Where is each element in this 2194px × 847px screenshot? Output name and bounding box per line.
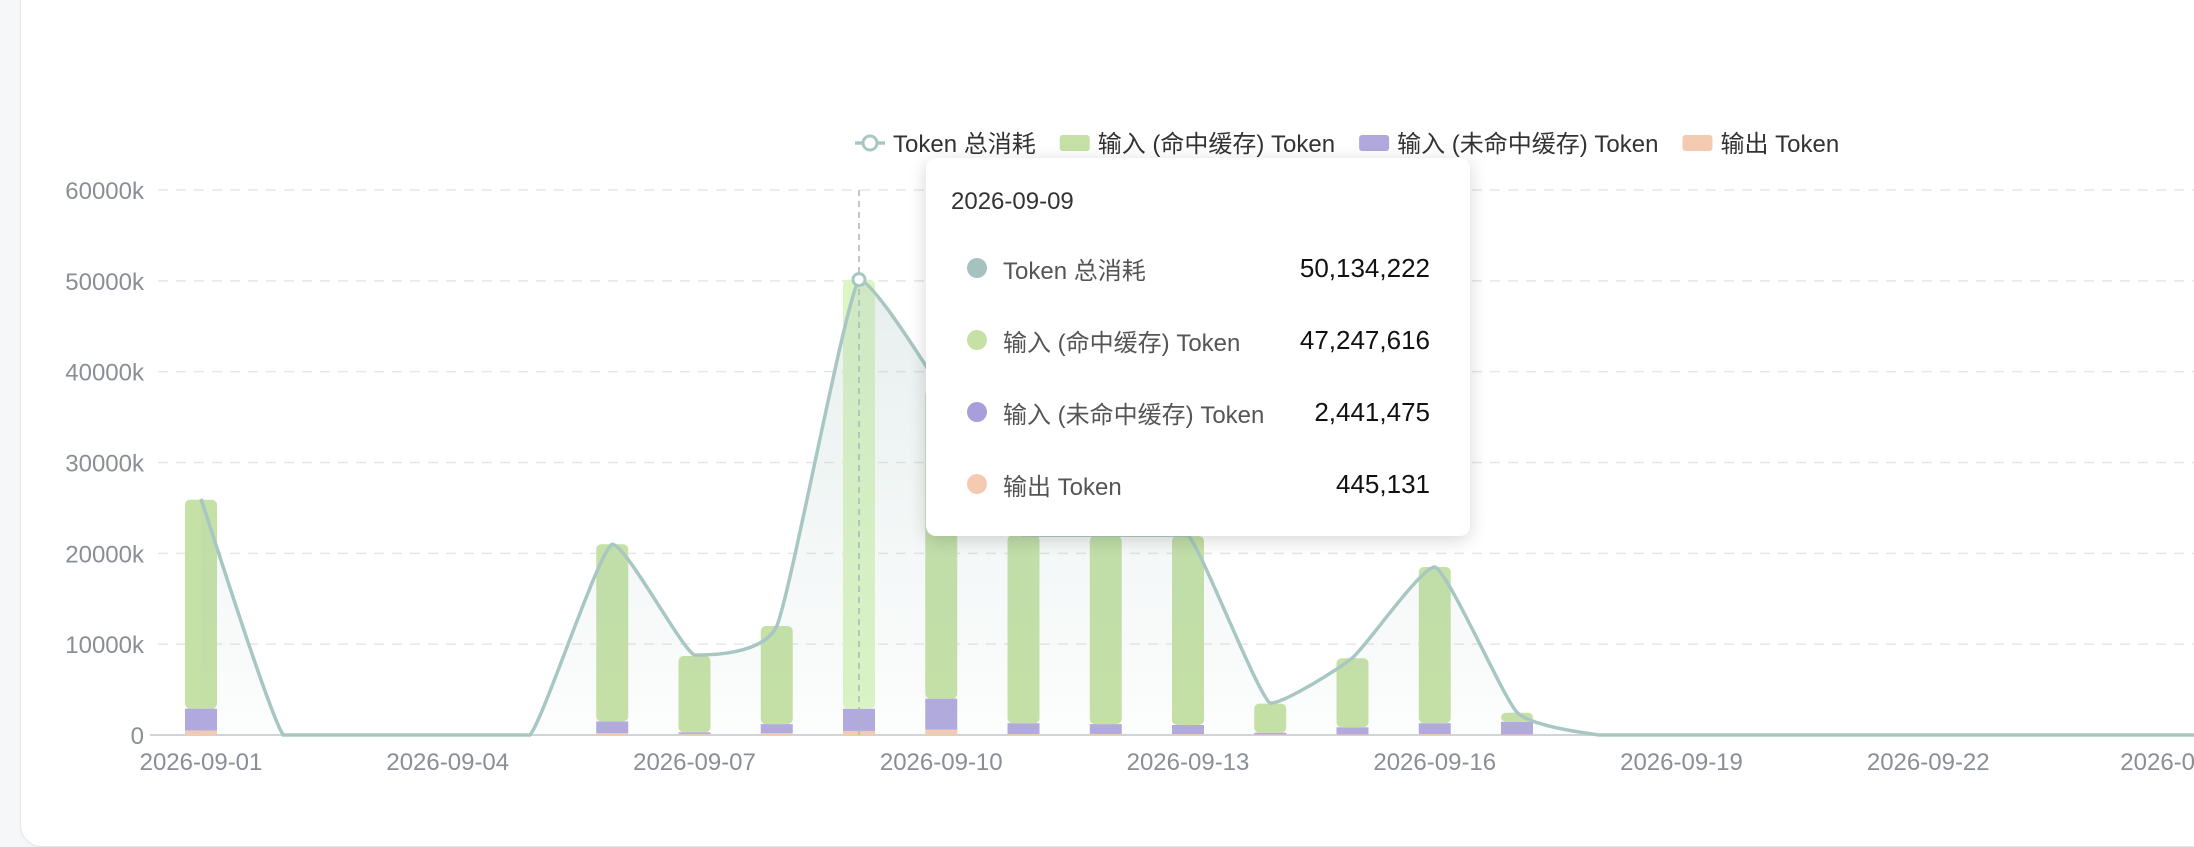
x-tick-label: 2026-09-10	[880, 749, 1003, 776]
x-tick-label: 2026-09-22	[1867, 749, 1990, 776]
tooltip-series-label: 输入 (未命中缓存) Token	[1003, 401, 1265, 429]
legend-swatch-icon	[1682, 135, 1713, 151]
legend-swatch-icon	[1059, 135, 1090, 151]
legend-swatch-icon	[1359, 135, 1390, 151]
legend-label: 输出 Token	[1720, 131, 1839, 158]
x-tick-label: 2026-09-04	[386, 749, 509, 776]
tooltip-series-value: 2,441,475	[1314, 396, 1430, 427]
tooltip-series-value: 47,247,616	[1299, 324, 1430, 355]
x-tick-label: 2026-09-13	[1127, 749, 1250, 776]
y-tick-label: 10000k	[65, 632, 145, 659]
y-tick-label: 40000k	[65, 360, 145, 387]
chart-tooltip: 2026-09-09 Token 总消耗 50,134,222 输入 (命中缓存) …	[926, 158, 1470, 536]
legend-marker-icon	[861, 134, 879, 152]
tooltip-row: 输入 (命中缓存) Token 47,247,616	[951, 304, 1430, 376]
tooltip-series-label: 输出 Token	[1003, 473, 1122, 501]
tooltip-series-label: Token 总消耗	[1003, 257, 1146, 285]
y-tick-label: 50000k	[65, 269, 145, 296]
y-tick-label: 20000k	[65, 541, 145, 568]
chart-legend: Token 总消耗 输入 (命中缓存) Token 输入 (未命中缓存) Token…	[855, 131, 1839, 158]
series-dot-icon	[967, 330, 987, 350]
x-tick-label: 2026-09-16	[1373, 749, 1496, 776]
x-tick-label: 2026-09-2	[2120, 749, 2194, 776]
tooltip-series-label: 输入 (命中缓存) Token	[1003, 329, 1241, 357]
legend-item[interactable]: 输入 (未命中缓存) Token	[1359, 131, 1658, 158]
legend-label: Token 总消耗	[893, 131, 1036, 158]
tooltip-row: 输出 Token 445,131	[951, 448, 1430, 520]
y-tick-label: 30000k	[65, 451, 145, 478]
legend-label: 输入 (命中缓存) Token	[1098, 131, 1335, 158]
legend-item[interactable]: 输出 Token	[1682, 131, 1839, 158]
x-tick-label: 2026-09-19	[1620, 749, 1743, 776]
legend-item[interactable]: Token 总消耗	[855, 131, 1036, 158]
tooltip-series-value: 50,134,222	[1299, 252, 1430, 283]
series-dot-icon	[967, 402, 987, 422]
y-tick-label: 60000k	[65, 178, 145, 205]
x-axis: 2026-09-01 2026-09-04 2026-09-07 2026-09-10…	[140, 749, 2194, 776]
tooltip-series-value: 445,131	[1336, 468, 1430, 499]
series-dot-icon	[967, 258, 987, 278]
series-dot-icon	[967, 474, 987, 494]
y-tick-label: 0	[131, 723, 144, 750]
tooltip-date: 2026-09-09	[951, 188, 1074, 215]
tooltip-row: Token 总消耗 50,134,222	[951, 232, 1430, 304]
tooltip-row: 输入 (未命中缓存) Token 2,441,475	[951, 376, 1430, 448]
legend-label: 输入 (未命中缓存) Token	[1397, 131, 1658, 158]
legend-item[interactable]: 输入 (命中缓存) Token	[1059, 131, 1335, 158]
x-tick-label: 2026-09-07	[633, 749, 756, 776]
highlight-point[interactable]	[851, 272, 867, 288]
y-axis: 0 10000k 20000k 30000k 40000k 50000k 60000k	[65, 178, 145, 750]
x-tick-label: 2026-09-01	[140, 749, 263, 776]
